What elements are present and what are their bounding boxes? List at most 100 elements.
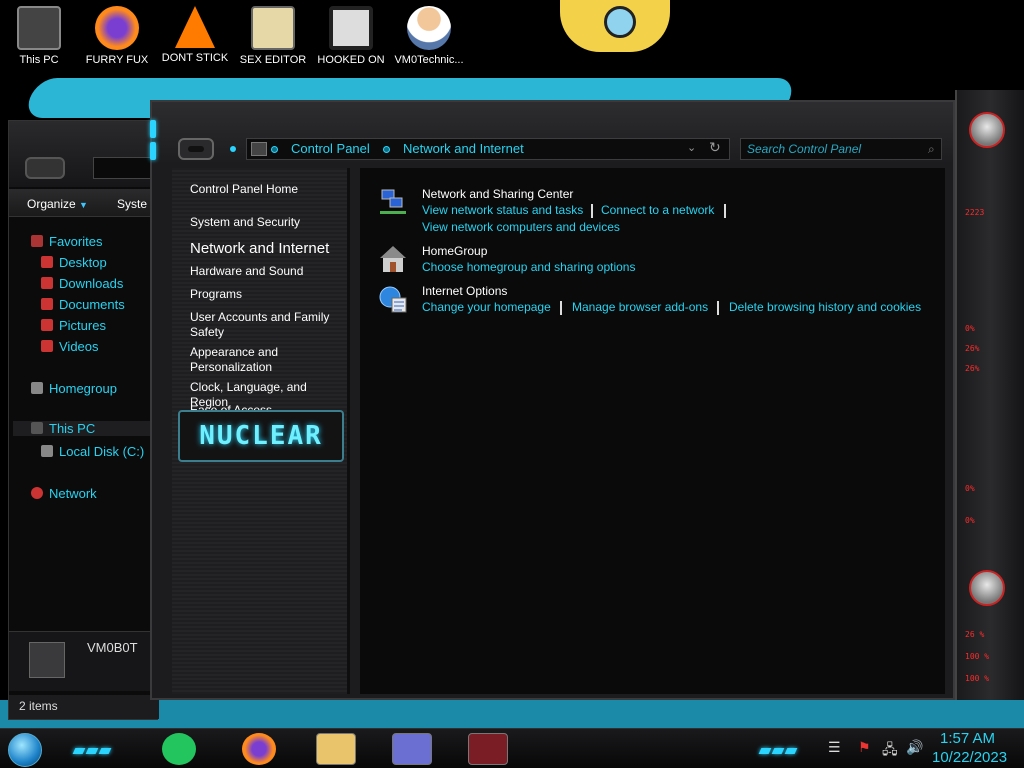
search-input[interactable]: Search Control Panel <box>740 138 942 160</box>
network-icon <box>31 487 43 499</box>
desktop-icon-this-pc[interactable]: This PC <box>2 6 76 66</box>
nav-homegroup[interactable]: Homegroup <box>31 381 117 396</box>
nav-label: Desktop <box>59 255 107 270</box>
nav-videos[interactable]: Videos <box>41 339 99 354</box>
link-separator <box>560 301 562 315</box>
breadcrumb-network-internet[interactable]: Network and Internet <box>403 141 524 156</box>
sidebar-item-system-security[interactable]: System and Security <box>190 215 300 230</box>
computer-icon <box>31 422 43 434</box>
nav-local-disk[interactable]: Local Disk (C:) <box>41 444 144 459</box>
gadget-readout: 26% <box>965 344 980 353</box>
action-center-flag-icon[interactable]: ⚑ <box>858 739 871 756</box>
clock-time[interactable]: 1:57 AM <box>940 730 995 747</box>
gadget-readout: 0% <box>965 516 975 525</box>
link-separator <box>724 204 726 218</box>
sidebar-item-user-accounts[interactable]: User Accounts and Family Safety <box>190 310 340 340</box>
sidebar-item-network-internet[interactable]: Network and Internet <box>190 241 329 256</box>
control-panel-content: Network and Sharing Center View network … <box>360 168 945 694</box>
nav-network[interactable]: Network <box>31 486 97 501</box>
tray-overflow-icon[interactable]: ☰ <box>828 739 841 756</box>
user-avatar <box>29 642 65 678</box>
alien-logo-icon <box>969 112 1005 148</box>
status-bar-item-count: 2 items <box>9 695 159 719</box>
organize-label: Organize <box>27 197 76 211</box>
link-change-homepage[interactable]: Change your homepage <box>422 300 551 314</box>
breadcrumb-separator-icon <box>383 146 390 153</box>
organize-menu[interactable]: Organize ▼ <box>27 197 88 211</box>
desktop-icon-label: SEX EDITOR <box>239 54 307 66</box>
doctor-icon <box>407 6 451 50</box>
sidebar-item-programs[interactable]: Programs <box>190 287 242 302</box>
search-icon[interactable]: ⌕ <box>928 142 935 157</box>
volume-icon[interactable]: 🔊 <box>906 739 923 756</box>
desktop-icon-label: DONT STICK <box>161 52 229 64</box>
nav-desktop[interactable]: Desktop <box>41 255 107 270</box>
gadget-readout: 0% <box>965 484 975 493</box>
system-monitor-gadget: 2223 0% 26% 26% 0% 0% 26 % 100 % 100 % <box>955 90 1024 700</box>
breadcrumb-separator-icon <box>271 146 278 153</box>
desktop-icon-firefox[interactable]: FURRY FUX <box>80 6 154 66</box>
nav-downloads[interactable]: Downloads <box>41 276 123 291</box>
category-title[interactable]: Internet Options <box>422 284 507 298</box>
taskbar-control-panel-icon[interactable] <box>392 733 432 765</box>
category-title[interactable]: HomeGroup <box>422 244 487 258</box>
address-bar[interactable]: Control Panel Network and Internet ⌄ ↻ <box>246 138 730 160</box>
vlc-cone-icon <box>175 6 215 48</box>
star-icon <box>31 235 43 247</box>
sidebar-item-home[interactable]: Control Panel Home <box>190 182 298 197</box>
nav-label: Network <box>49 486 97 501</box>
nav-favorites[interactable]: Favorites <box>31 234 102 249</box>
link-connect-to-network[interactable]: Connect to a network <box>601 203 714 217</box>
taskbar-file-explorer-icon[interactable] <box>316 733 356 765</box>
theme-banner-logo: NUCLEAR <box>178 410 344 462</box>
network-tray-icon[interactable]: 🖧 <box>882 739 898 763</box>
desktop-icon-vm0technic[interactable]: VM0Technic... <box>392 6 466 66</box>
alien-logo-icon <box>969 570 1005 606</box>
category-network-sharing-center: Network and Sharing Center View network … <box>378 187 938 247</box>
breadcrumb-control-panel[interactable]: Control Panel <box>291 141 370 156</box>
link-view-network-computers[interactable]: View network computers and devices <box>422 220 620 234</box>
frame-light <box>150 120 156 138</box>
taskbar-firefox-icon[interactable] <box>242 733 276 765</box>
desktop-icon-hooked-on[interactable]: HOOKED ON <box>314 6 388 66</box>
computer-icon <box>17 6 61 50</box>
category-homegroup: HomeGroup Choose homegroup and sharing o… <box>378 244 938 284</box>
firefox-icon <box>95 6 139 50</box>
drive-icon <box>41 445 53 457</box>
nav-documents[interactable]: Documents <box>41 297 125 312</box>
desktop-icon-label: FURRY FUX <box>85 54 149 66</box>
nav-this-pc[interactable]: This PC <box>13 421 155 436</box>
link-delete-browsing-history[interactable]: Delete browsing history and cookies <box>729 300 921 314</box>
taskbar-this-pc-icon[interactable] <box>468 733 508 765</box>
nav-pictures[interactable]: Pictures <box>41 318 106 333</box>
link-homegroup-options[interactable]: Choose homegroup and sharing options <box>422 260 635 274</box>
control-panel-icon <box>251 142 267 156</box>
desktop-icon-hxd[interactable]: SEX EDITOR <box>236 6 310 66</box>
link-manage-addons[interactable]: Manage browser add-ons <box>572 300 708 314</box>
taskbar-decor-lights <box>72 741 113 754</box>
link-separator <box>717 301 719 315</box>
chevron-down-icon: ▼ <box>79 200 88 210</box>
nav-history-dot <box>230 146 236 152</box>
start-button[interactable] <box>8 733 42 767</box>
taskbar-notes-app-icon[interactable] <box>162 733 196 765</box>
clock-date[interactable]: 10/22/2023 <box>932 749 1007 766</box>
desktop-icon-vlc[interactable]: DONT STICK <box>158 6 232 64</box>
taskbar: ☰ ⚑ 🖧 🔊 1:57 AM 10/22/2023 <box>0 728 1024 768</box>
explorer-address-bar[interactable] <box>93 157 153 179</box>
sidebar-item-appearance[interactable]: Appearance and Personalization <box>190 345 300 375</box>
control-panel-window[interactable]: Control Panel Network and Internet ⌄ ↻ S… <box>150 100 955 700</box>
chevron-down-icon[interactable]: ⌄ <box>687 141 696 154</box>
sidebar-item-hardware-sound[interactable]: Hardware and Sound <box>190 264 303 279</box>
category-title[interactable]: Network and Sharing Center <box>422 187 573 201</box>
explorer-window-background[interactable]: Organize ▼ Syste Favorites Desktop Downl… <box>8 120 159 720</box>
control-panel-sidebar: Control Panel Home System and Security N… <box>172 168 350 694</box>
link-view-network-status[interactable]: View network status and tasks <box>422 203 583 217</box>
nav-label: Videos <box>59 339 99 354</box>
refresh-icon[interactable]: ↻ <box>709 139 721 156</box>
gadget-readout: 26% <box>965 364 980 373</box>
back-forward-button[interactable] <box>25 157 65 179</box>
pictures-icon <box>41 319 53 331</box>
system-properties-button[interactable]: Syste <box>117 197 147 211</box>
back-forward-button[interactable] <box>178 138 214 160</box>
